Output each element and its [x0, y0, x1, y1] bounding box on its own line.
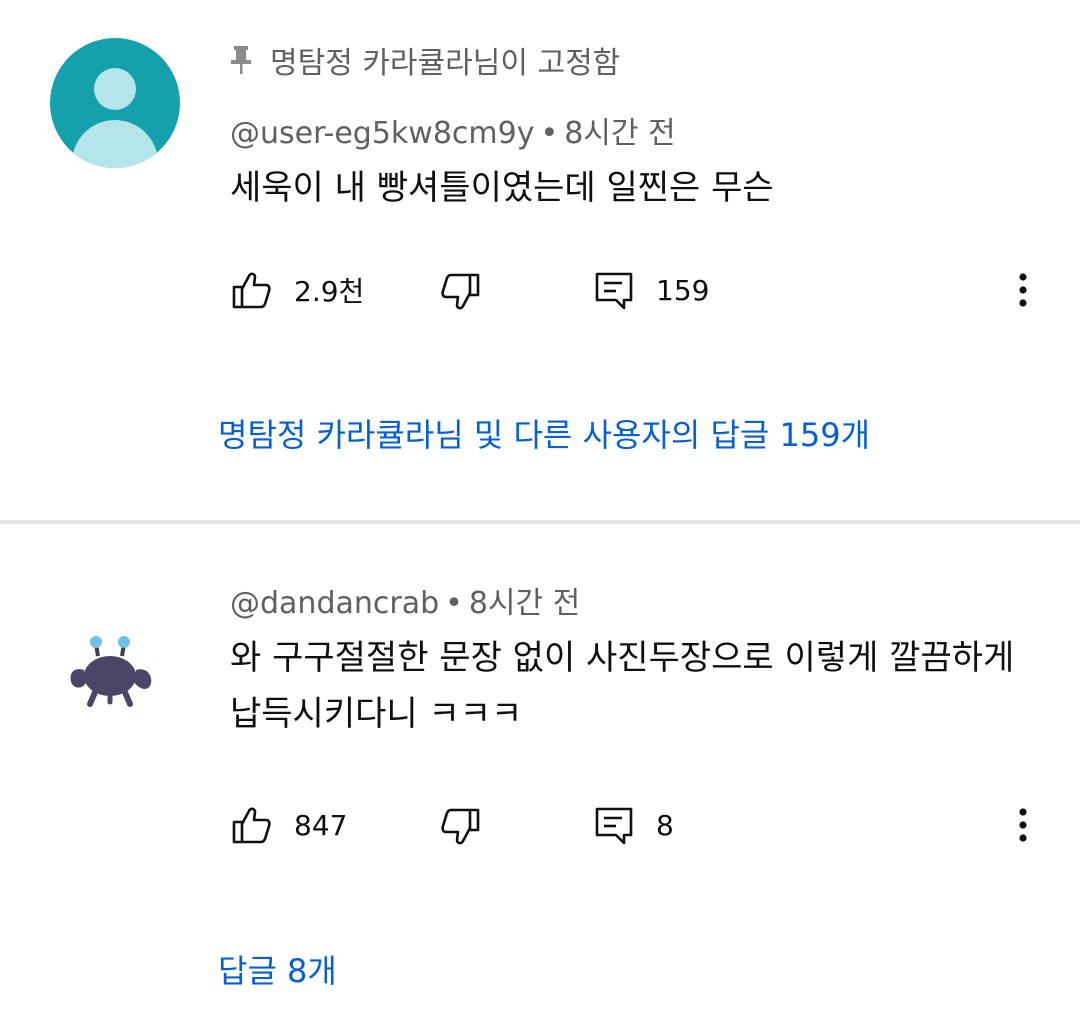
kebab-menu-icon	[1019, 273, 1027, 307]
timestamp: 8시간 전	[564, 116, 676, 151]
like-count: 2.9천	[294, 275, 365, 308]
thumbs-down-icon	[441, 808, 480, 845]
comment-thread: @dandancrab • 8시간 전 와 구구절절한 문장 없이 사진두장으로 이…	[0, 524, 1080, 1022]
author-handle[interactable]: @dandancrab	[230, 586, 439, 621]
avatar-body	[72, 120, 158, 168]
thumbs-down-icon	[441, 273, 480, 310]
pinned-indicator: 명탐정 카라큘라님이 고정함	[228, 40, 621, 81]
view-replies-link[interactable]: 답글 8개	[218, 946, 337, 992]
timestamp: 8시간 전	[468, 586, 581, 621]
comment-thread: 명탐정 카라큘라님이 고정함 @user-eg5kw8cm9y • 8시간 전 세욱…	[0, 0, 1080, 520]
thumbs-up-icon	[232, 272, 271, 309]
avatar-head	[94, 68, 136, 110]
author-handle[interactable]: @user-eg5kw8cm9y	[230, 116, 534, 151]
comment-meta: @dandancrab • 8시간 전	[230, 578, 580, 622]
thumbs-up-icon	[232, 807, 271, 844]
comment-text-line: 납득시키다니 ㅋㅋㅋ	[230, 694, 523, 734]
pinned-label: 명탐정 카라큘라님이 고정함	[270, 46, 621, 81]
comment-icon	[595, 807, 633, 845]
comment-actions: 2.9천 159	[230, 265, 1050, 315]
comment-meta: @user-eg5kw8cm9y • 8시간 전	[230, 108, 676, 152]
reply-button[interactable]: 8	[592, 800, 674, 850]
comment-text: 와 구구절절한 문장 없이 사진두장으로 이렇게 깔끔하게 납득시키다니 ㅋㅋㅋ	[230, 630, 1050, 742]
comment-icon	[595, 272, 633, 310]
dislike-button[interactable]	[438, 800, 482, 850]
reply-count: 159	[656, 273, 710, 307]
comment-text: 세욱이 내 빵셔틀이였는데 일찐은 무슨	[230, 168, 774, 208]
like-button[interactable]: 847	[230, 800, 347, 850]
kebab-menu-icon	[1019, 808, 1027, 842]
more-options-button[interactable]	[998, 800, 1048, 850]
comment-text-line: 와 구구절절한 문장 없이 사진두장으로 이렇게 깔끔하게	[230, 638, 1015, 678]
comment-actions: 847 8	[230, 800, 1050, 850]
reply-button[interactable]: 159	[592, 265, 709, 315]
dislike-button[interactable]	[438, 265, 482, 315]
like-button[interactable]: 2.9천	[230, 265, 364, 315]
separator-dot: •	[540, 116, 559, 151]
crab-avatar-icon[interactable]	[62, 630, 162, 720]
like-count: 847	[294, 808, 348, 842]
reply-count: 8	[656, 808, 674, 842]
separator-dot: •	[445, 586, 463, 621]
pin-icon	[231, 46, 251, 74]
more-options-button[interactable]	[998, 265, 1048, 315]
user-avatar[interactable]	[50, 38, 180, 168]
view-replies-link[interactable]: 명탐정 카라큘라님 및 다른 사용자의 답글 159개	[218, 410, 870, 456]
